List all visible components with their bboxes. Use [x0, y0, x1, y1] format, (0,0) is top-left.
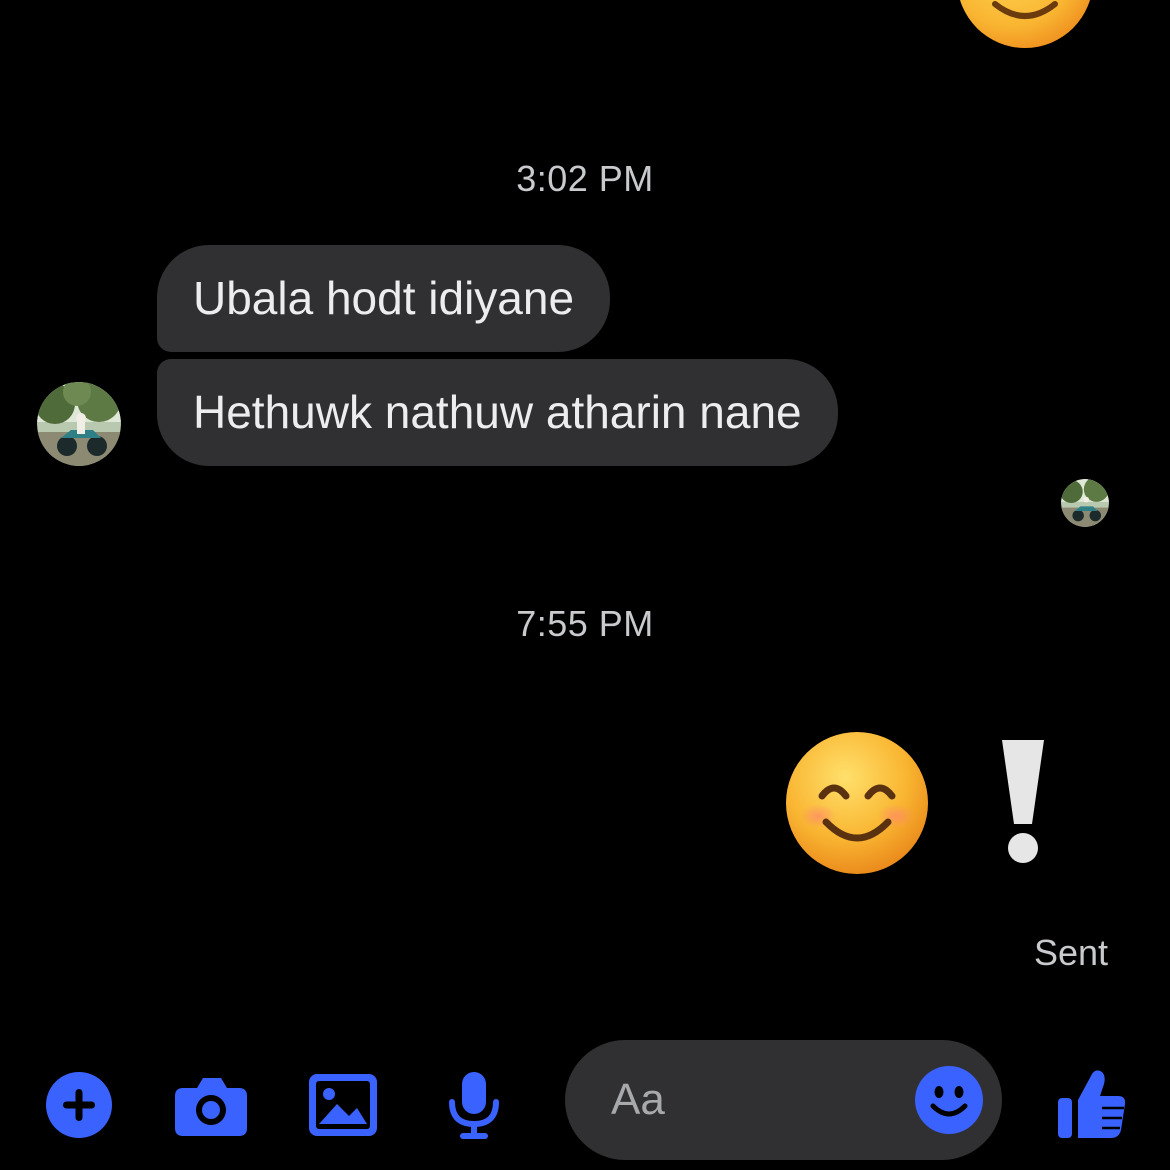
incoming-message-bubble[interactable]: Hethuwk nathuw atharin nane: [157, 359, 838, 466]
message-timestamp: 3:02 PM: [516, 158, 654, 199]
seen-by-avatar: [1061, 479, 1109, 527]
exclamation-emoji-icon: [1002, 740, 1044, 863]
outgoing-emoji-message[interactable]: 😊❗: [780, 728, 1080, 878]
image-icon[interactable]: [309, 1074, 377, 1136]
camera-icon[interactable]: [175, 1076, 247, 1136]
emoji-icon[interactable]: [915, 1066, 983, 1134]
message-input[interactable]: [611, 1040, 911, 1160]
thumbs-up-icon[interactable]: [1058, 1068, 1126, 1140]
plus-icon[interactable]: [46, 1072, 112, 1138]
microphone-icon[interactable]: [446, 1072, 502, 1140]
message-timestamp: 7:55 PM: [516, 603, 654, 644]
partial-emoji-icon: [960, 0, 1090, 48]
incoming-message-bubble[interactable]: Ubala hodt idiyane: [157, 245, 611, 352]
sender-avatar[interactable]: [37, 382, 121, 466]
outgoing-emoji-text: 😊❗: [780, 728, 781, 729]
message-composer[interactable]: [565, 1040, 1002, 1160]
smiling-face-emoji-icon: [786, 732, 928, 874]
message-status: Sent: [1033, 932, 1108, 973]
